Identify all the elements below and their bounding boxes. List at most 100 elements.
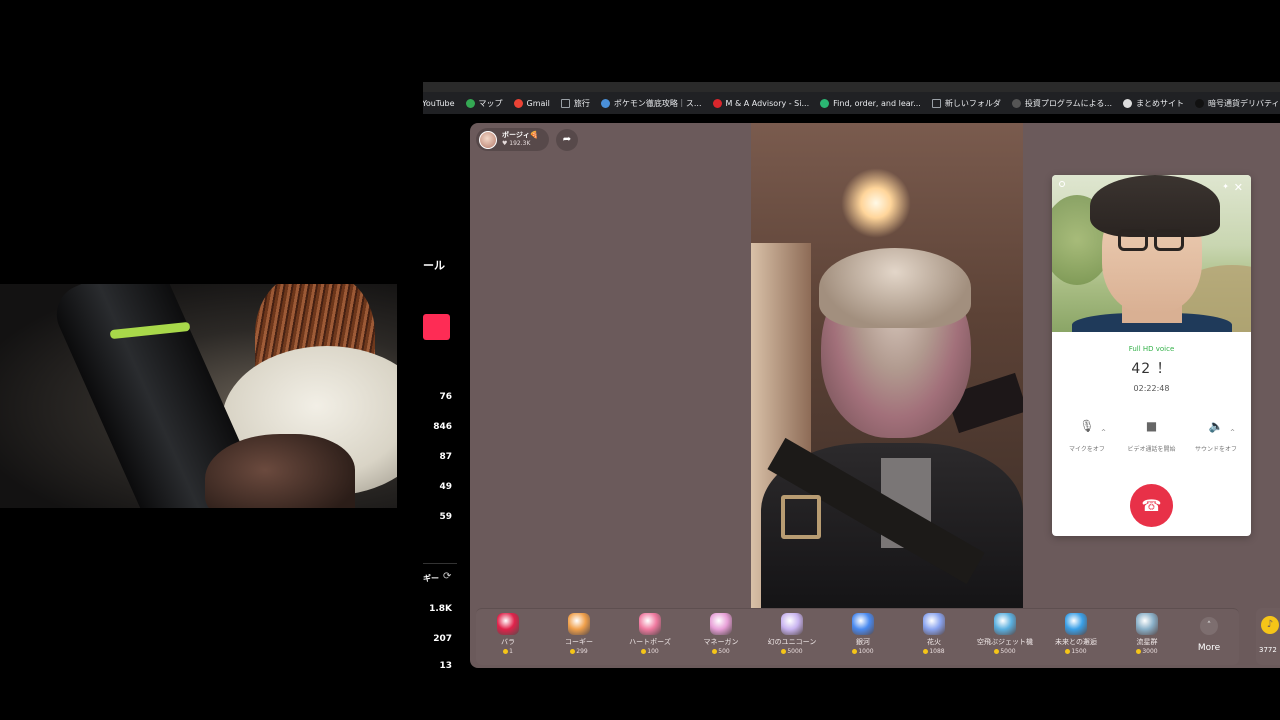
bookmark-item[interactable]: Gmail bbox=[513, 98, 550, 108]
gift-item[interactable]: 花火 1088 bbox=[904, 613, 964, 655]
webcam-overlay bbox=[0, 284, 397, 508]
bookmark-label: M & A Advisory - Si... bbox=[725, 98, 810, 108]
gift-item[interactable]: ハートポーズ 100 bbox=[620, 613, 680, 655]
bookmark-label: マップ bbox=[478, 98, 503, 108]
gift-name: 未来との邂逅 bbox=[1055, 638, 1097, 646]
gift-name: コーギー bbox=[565, 638, 593, 646]
start-video-label: ビデオ通話を開始 bbox=[1127, 446, 1176, 453]
gift-price-value: 1088 bbox=[929, 648, 945, 655]
hang-up-button[interactable]: ☎ bbox=[1130, 484, 1173, 527]
host-likes: ♥ 192.3K bbox=[502, 140, 531, 147]
gift-price: 1088 bbox=[904, 648, 964, 655]
folder-icon bbox=[560, 98, 570, 108]
strip-number: 207 bbox=[433, 634, 452, 644]
coin-icon bbox=[852, 649, 858, 654]
gift-item[interactable]: コーギー 299 bbox=[549, 613, 609, 655]
pin-icon[interactable]: ✦ bbox=[1222, 182, 1229, 191]
gift-item[interactable]: 幻のユニコーン 5000 bbox=[762, 613, 822, 655]
bookmark-item[interactable]: まとめサイト bbox=[1123, 98, 1184, 109]
bookmark-label: YouTube bbox=[423, 98, 455, 108]
bookmark-label: 旅行 bbox=[573, 98, 590, 108]
bookmark-item[interactable]: 新しいフォルダ bbox=[931, 98, 1001, 109]
bookmark-item[interactable]: M & A Advisory - Si... bbox=[712, 98, 810, 108]
strip-number: 1.8K bbox=[429, 604, 452, 614]
gift-icon bbox=[1136, 613, 1158, 635]
call-panel: ✦ ✕ Full HD voice 42 ！ 02:22:48 🎙 ^ マイクをオ… bbox=[1052, 175, 1251, 536]
gift-price: 5000 bbox=[975, 648, 1035, 655]
bookmark-label: 暗号通貨デリバティブ... bbox=[1208, 98, 1280, 108]
divider bbox=[423, 563, 457, 564]
live-video[interactable] bbox=[751, 123, 1023, 608]
coin-icon bbox=[570, 649, 576, 654]
bookmark-label: ポケモン徹底攻略｜ス... bbox=[613, 98, 702, 108]
chevron-up-icon[interactable]: ^ bbox=[1230, 429, 1235, 436]
gift-name: マネーガン bbox=[703, 638, 739, 646]
folder-icon bbox=[931, 98, 941, 108]
strip-label: ギー bbox=[423, 574, 439, 583]
site-icon bbox=[712, 98, 722, 108]
strip-number: 76 bbox=[439, 392, 452, 402]
live-stream-area: ボージィ🍕 ♥ 192.3K ➦ ✦ ✕ Full HD voice 42 ！ … bbox=[470, 123, 1280, 668]
gift-price-value: 299 bbox=[576, 648, 588, 655]
gift-icon bbox=[994, 613, 1016, 635]
start-video-button[interactable]: ■ ビデオ通話を開始 bbox=[1127, 419, 1177, 454]
gift-item[interactable]: マネーガン 500 bbox=[691, 613, 751, 655]
gift-price-value: 5000 bbox=[1000, 648, 1016, 655]
host-name: ボージィ🍕 bbox=[502, 131, 539, 139]
coin-balance[interactable]: ♪ 3772 bbox=[1256, 608, 1280, 665]
more-gifts-button[interactable]: ˄ More bbox=[1192, 617, 1226, 653]
bookmark-item[interactable]: マップ bbox=[465, 98, 503, 109]
bookmark-label: まとめサイト bbox=[1136, 98, 1184, 108]
gift-price-value: 1 bbox=[509, 648, 513, 655]
chevron-up-icon[interactable]: ^ bbox=[1101, 429, 1106, 436]
gift-price: 1000 bbox=[833, 648, 893, 655]
gift-price: 1500 bbox=[1046, 648, 1106, 655]
gift-item[interactable]: 銀河 1000 bbox=[833, 613, 893, 655]
follow-button[interactable] bbox=[423, 314, 450, 340]
browser-tab-strip bbox=[423, 82, 1280, 92]
gift-item[interactable]: バラ 1 bbox=[478, 613, 538, 655]
mute-mic-label: マイクをオフ bbox=[1069, 446, 1105, 453]
share-icon[interactable]: ➦ bbox=[556, 129, 578, 151]
mute-sound-button[interactable]: 🔈 ^ サウンドをオフ bbox=[1191, 419, 1241, 454]
strip-number: 846 bbox=[433, 422, 452, 432]
coin-icon bbox=[503, 649, 509, 654]
bookmark-item[interactable]: 暗号通貨デリバティブ... bbox=[1195, 98, 1280, 109]
bookmark-item[interactable]: ポケモン徹底攻略｜ス... bbox=[600, 98, 702, 109]
bookmark-label: 投資プログラムによる... bbox=[1024, 98, 1112, 108]
gift-item[interactable]: 空飛ぶジェット機 5000 bbox=[975, 613, 1035, 655]
mute-mic-button[interactable]: 🎙 ^ マイクをオフ bbox=[1062, 419, 1112, 454]
site-icon bbox=[600, 98, 610, 108]
gift-item[interactable]: 未来との邂逅 1500 bbox=[1046, 613, 1106, 655]
settings-icon[interactable] bbox=[1059, 181, 1065, 187]
host-avatar[interactable] bbox=[479, 130, 497, 149]
strip-number: 13 bbox=[439, 661, 452, 671]
bookmark-item[interactable]: 投資プログラムによる... bbox=[1011, 98, 1112, 109]
strip-number: 49 bbox=[439, 482, 452, 492]
gift-item[interactable]: 流星群 3000 bbox=[1117, 613, 1177, 655]
close-icon[interactable]: ✕ bbox=[1234, 181, 1243, 194]
coin-icon bbox=[1136, 649, 1142, 654]
host-badge[interactable]: ボージィ🍕 ♥ 192.3K bbox=[476, 128, 549, 151]
gift-price-value: 100 bbox=[647, 648, 659, 655]
gift-name: 花火 bbox=[927, 638, 941, 646]
site-icon bbox=[1011, 98, 1021, 108]
gift-price: 299 bbox=[549, 648, 609, 655]
call-quality: Full HD voice bbox=[1128, 345, 1175, 353]
bookmark-item[interactable]: Find, order, and lear... bbox=[820, 98, 921, 108]
bookmark-item[interactable]: 旅行 bbox=[560, 98, 590, 109]
chevron-up-icon: ˄ bbox=[1200, 617, 1218, 635]
bookmark-item[interactable]: YouTube bbox=[423, 99, 455, 108]
caller-portrait: ✦ ✕ bbox=[1052, 175, 1251, 332]
gift-name: 銀河 bbox=[856, 638, 870, 646]
gift-price-value: 1000 bbox=[858, 648, 874, 655]
gift-price-value: 1500 bbox=[1071, 648, 1087, 655]
refresh-icon[interactable]: ⟳ bbox=[443, 571, 451, 582]
coin-icon bbox=[994, 649, 1000, 654]
site-icon bbox=[820, 98, 830, 108]
coin-icon bbox=[712, 649, 718, 654]
gift-icon bbox=[781, 613, 803, 635]
coin-icon bbox=[1065, 649, 1071, 654]
microphone-icon: 🎙 bbox=[1079, 419, 1095, 433]
call-duration: 02:22:48 bbox=[1133, 384, 1170, 393]
